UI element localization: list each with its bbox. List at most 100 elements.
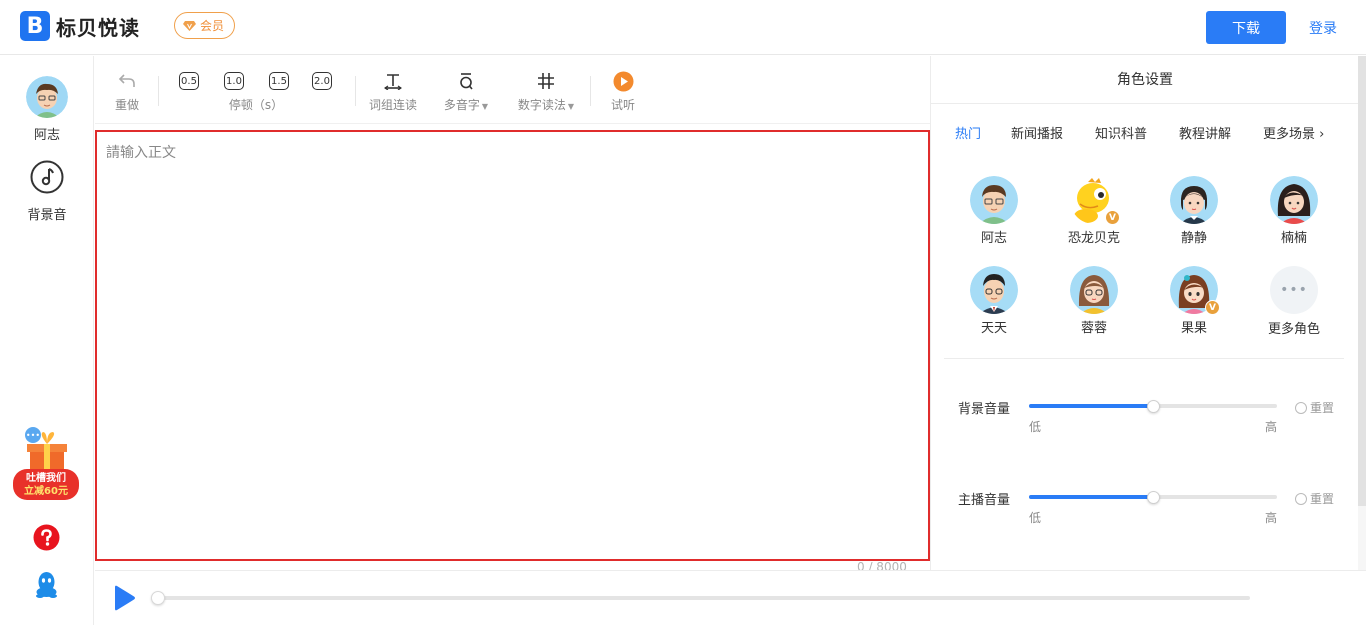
role-dino-beck[interactable]: V 恐龙贝克 (1054, 176, 1134, 246)
bg-volume-thumb[interactable] (1146, 400, 1160, 413)
role-rongrong[interactable]: 蓉蓉 (1054, 266, 1134, 336)
tab-hot[interactable]: 热门 (955, 123, 981, 142)
left-sidebar: 阿志 背景音 ••• 吐槽我们 立减60元 (0, 56, 94, 625)
audio-player (95, 570, 1366, 625)
host-volume-reset[interactable]: 重置 (1295, 490, 1334, 507)
role-avatar (1170, 176, 1218, 224)
role-avatar (970, 176, 1018, 224)
role-avatar: V (1070, 176, 1120, 225)
phrase-label: 词组连读 (368, 98, 417, 112)
caret-down-icon: ▼ (481, 102, 489, 111)
polyphone-icon (460, 73, 473, 90)
more-roles-button[interactable]: ••• 更多角色 (1254, 266, 1334, 337)
pause-group-label: 停顿（s） (228, 98, 284, 112)
role-avatar: V (1170, 266, 1220, 315)
role-name: 天天 (980, 321, 1007, 336)
hash-icon (538, 73, 554, 89)
text-editor (95, 130, 930, 561)
redo-label: 重做 (114, 98, 139, 112)
app-logo[interactable]: B 标贝悦读 (20, 11, 140, 41)
caret-down-icon: ▼ (567, 102, 575, 111)
toolbar-divider (158, 76, 159, 106)
text-cursor-icon (384, 74, 402, 90)
music-note-icon (30, 160, 64, 194)
pause-0-5: 0.5 (179, 72, 199, 90)
voice-avatar (26, 76, 68, 118)
help-icon[interactable] (33, 524, 60, 551)
pause-2-0-button[interactable]: 2.0 (312, 70, 332, 96)
voice-label: 阿志 (33, 128, 60, 143)
top-header: B 标贝悦读 会员 下载 登录 (0, 0, 1366, 55)
polyphone-label: 多音字 (443, 98, 480, 112)
bg-volume-high: 高 (1265, 420, 1278, 434)
pause-2-0: 2.0 (312, 72, 332, 90)
toolbar-divider (355, 76, 356, 106)
toolbar-divider (590, 76, 591, 106)
host-volume-high: 高 (1265, 511, 1278, 525)
host-volume-label: 主播音量 (958, 493, 1011, 508)
bg-volume-reset[interactable]: 重置 (1295, 399, 1334, 416)
pause-1-5: 1.5 (269, 72, 289, 90)
role-avatar (1270, 176, 1318, 224)
role-guoguo[interactable]: V 果果 (1154, 266, 1234, 336)
number-reading-button[interactable]: 数字读法 ▼ (514, 70, 578, 113)
tab-tutorial[interactable]: 教程讲解 (1179, 123, 1231, 142)
role-name: 楠楠 (1280, 231, 1307, 246)
number-label: 数字读法 (517, 98, 566, 112)
role-azhi[interactable]: 阿志 (954, 176, 1034, 246)
role-avatar (1070, 266, 1118, 314)
vip-v-badge: V (1105, 210, 1120, 225)
text-input[interactable] (97, 132, 928, 559)
promo-line-1: 吐槽我们 (26, 473, 66, 484)
preview-label: 试听 (610, 98, 635, 112)
tab-more-scenes[interactable]: 更多场景 › (1263, 123, 1324, 142)
bg-volume-fill (1029, 404, 1153, 408)
role-tiantian[interactable]: 天天 (954, 266, 1034, 336)
play-circle-icon (613, 71, 633, 91)
progress-thumb[interactable] (151, 591, 165, 605)
role-name: 果果 (1180, 321, 1207, 336)
panel-title: 角色设置 (931, 56, 1359, 104)
feedback-promo[interactable]: ••• 吐槽我们 立减60元 (13, 426, 79, 502)
pause-1-5-button[interactable]: 1.5 (269, 70, 289, 96)
tab-news[interactable]: 新闻播报 (1011, 123, 1063, 142)
sidebar-voice-item[interactable]: 阿志 (0, 76, 94, 143)
redo-button[interactable]: 重做 (113, 70, 141, 113)
role-settings-panel: 角色设置 热门 新闻播报 知识科普 教程讲解 更多场景 › 阿志 V 恐龙贝克 … (930, 56, 1359, 570)
role-name: 静静 (1180, 231, 1207, 246)
editor-toolbar: 重做 0.5 1.0 1.5 2.0 停顿（s） 词组连读 多音字 ▼ 数字读法… (95, 56, 930, 124)
polyphone-button[interactable]: 多音字 ▼ (440, 70, 492, 113)
role-name: 阿志 (980, 231, 1007, 246)
undo-arrow-icon (118, 74, 135, 87)
bg-volume-low: 低 (1029, 420, 1042, 434)
download-button[interactable]: 下载 (1206, 11, 1286, 44)
logo-mark: B (20, 11, 50, 41)
reset-label: 重置 (1310, 492, 1335, 506)
host-volume-thumb[interactable] (1146, 491, 1160, 504)
reset-circle-icon (1295, 401, 1307, 414)
pause-1-0-button[interactable]: 1.0 (224, 70, 244, 96)
vip-label: 会员 (200, 19, 225, 33)
vip-badge[interactable]: 会员 (174, 12, 236, 39)
play-icon[interactable] (112, 585, 136, 611)
login-link[interactable]: 登录 (1309, 18, 1337, 38)
progress-track[interactable] (155, 596, 1250, 600)
tab-science[interactable]: 知识科普 (1095, 123, 1147, 142)
pause-0-5-button[interactable]: 0.5 (179, 70, 199, 96)
qq-icon[interactable] (34, 571, 59, 599)
host-volume-fill (1029, 495, 1153, 499)
reset-circle-icon (1295, 492, 1307, 505)
panel-divider (944, 358, 1344, 359)
promo-line-2: 立减60元 (24, 486, 68, 497)
role-nannan[interactable]: 楠楠 (1254, 176, 1334, 246)
role-jingjing[interactable]: 静静 (1154, 176, 1234, 246)
panel-scrollbar[interactable] (1358, 56, 1366, 570)
gift-box-icon: ••• (25, 427, 67, 472)
vip-v-badge: V (1205, 300, 1220, 315)
sidebar-music-item[interactable]: 背景音 (0, 160, 94, 223)
phrase-button[interactable]: 词组连读 (367, 70, 419, 113)
role-avatar (970, 266, 1018, 314)
promo-tag: 吐槽我们 立减60元 (13, 469, 79, 500)
preview-button[interactable]: 试听 (608, 70, 638, 113)
scrollbar-thumb[interactable] (1358, 56, 1366, 506)
